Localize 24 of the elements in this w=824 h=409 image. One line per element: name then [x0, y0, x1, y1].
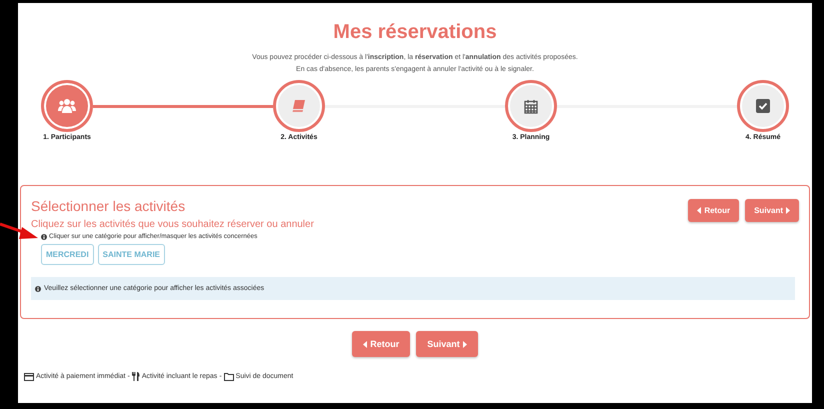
- info-icon: [41, 234, 47, 240]
- calendar-icon: [524, 98, 538, 114]
- checkbox-icon: [756, 99, 770, 113]
- page-title: Mes réservations: [333, 21, 497, 44]
- folder-icon: [224, 372, 234, 380]
- caret-icon: [462, 340, 467, 348]
- panel-title: Sélectionner les activités: [31, 198, 186, 214]
- category-button[interactable]: SAINTE MARIE: [98, 244, 166, 265]
- category-button[interactable]: MERCREDI: [41, 244, 94, 265]
- caret-icon: [363, 340, 368, 348]
- info-icon: [35, 286, 41, 292]
- back-button[interactable]: Retour: [688, 199, 740, 222]
- credit-card-icon: [24, 372, 34, 380]
- back-button[interactable]: Retour: [352, 331, 410, 357]
- caret-icon: [786, 207, 790, 214]
- step-circle[interactable]: [737, 80, 789, 132]
- step-circle[interactable]: [505, 80, 557, 132]
- next-button[interactable]: Suivant: [745, 199, 799, 222]
- panel-subtitle: Cliquez sur les activités que vous souhaitez réserver ou annuler: [31, 219, 314, 230]
- fork-knife-icon: [132, 372, 140, 381]
- users-icon: [58, 98, 76, 114]
- book-icon: [292, 99, 306, 113]
- caret-icon: [697, 207, 702, 214]
- next-button[interactable]: Suivant: [416, 331, 478, 357]
